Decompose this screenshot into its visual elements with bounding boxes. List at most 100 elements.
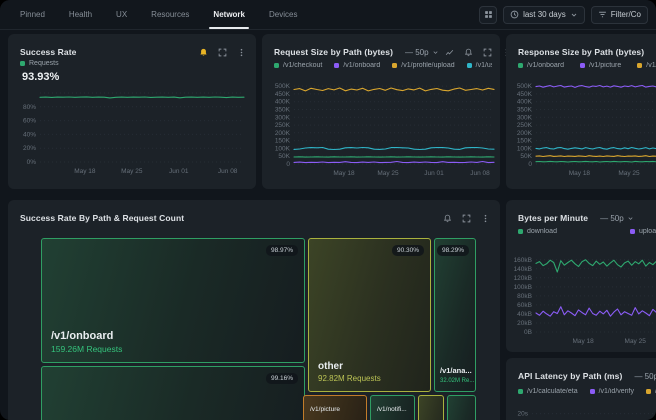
svg-text:0%: 0% — [27, 159, 37, 166]
legend-item[interactable]: /v1/calculate/eta — [518, 388, 578, 395]
filter-compare-button[interactable]: Filter/Co — [591, 6, 648, 24]
tab-resources[interactable]: Resources — [151, 0, 189, 29]
cell-path-label: /v1/picture — [310, 406, 340, 413]
treemap-cell-v1-picture[interactable]: /v1/picture — [303, 395, 367, 420]
cell-path-label: /v1/ana... — [440, 366, 472, 375]
top-navigation-bar: Pinned Health UX Resources Network Devices la… — [0, 0, 656, 30]
percentile-label: — 50p — [634, 372, 656, 381]
legend-dot — [518, 63, 523, 68]
svg-text:140kB: 140kB — [514, 266, 532, 273]
tab-health[interactable]: Health — [69, 0, 92, 29]
svg-text:120kB: 120kB — [514, 275, 532, 282]
panel-title: API Latency by Path (ms) — [518, 371, 622, 381]
legend-item[interactable]: /v1/onboard — [646, 388, 656, 395]
expand-icon[interactable] — [218, 48, 227, 57]
legend-item[interactable]: /v1/user/<id>/profile — [467, 62, 492, 69]
tab-pinned[interactable]: Pinned — [20, 0, 45, 29]
panel-actions — [445, 48, 511, 57]
svg-text:May 25: May 25 — [377, 170, 399, 177]
legend-label: /v1/id/verify — [599, 388, 634, 395]
chevron-down-icon — [570, 11, 578, 19]
svg-text:300K: 300K — [275, 114, 291, 121]
svg-text:50K: 50K — [520, 153, 532, 160]
panel-title: Success Rate By Path & Request Count — [20, 213, 184, 223]
treemap-cell-v1-onboard[interactable]: 98.97%/v1/onboard159.26M Requests — [41, 238, 305, 363]
kebab-menu-icon[interactable] — [237, 48, 246, 57]
legend-dot — [392, 63, 397, 68]
trend-graph-icon[interactable] — [445, 48, 454, 57]
legend-dot — [334, 63, 339, 68]
treemap-cell-unlabeled[interactable] — [447, 395, 476, 420]
chevron-down-icon — [627, 215, 634, 222]
svg-text:150K: 150K — [275, 138, 291, 145]
expand-icon[interactable] — [462, 214, 471, 223]
panel-title: Response Size by Path (bytes) — [518, 47, 644, 57]
legend-item[interactable]: /v1/onboard — [518, 62, 564, 69]
success-rate-badge: 99.16% — [266, 373, 298, 384]
svg-text:May 18: May 18 — [74, 168, 96, 175]
legend-item[interactable]: /v1/picture — [580, 62, 621, 69]
svg-text:400K: 400K — [275, 99, 291, 106]
percentile-label: — 50p — [600, 214, 624, 223]
svg-text:May 25: May 25 — [121, 168, 143, 175]
svg-text:500K: 500K — [275, 83, 291, 90]
legend-label: Requests — [29, 60, 59, 67]
tab-network[interactable]: Network — [213, 0, 245, 29]
legend-dot — [467, 63, 472, 68]
svg-text:May 18: May 18 — [569, 170, 591, 177]
legend-item[interactable]: /v1/onboard — [334, 62, 380, 69]
time-range-selector[interactable]: last 30 days — [503, 6, 585, 24]
success-rate-legend: Requests — [20, 60, 248, 67]
legend-label: /v1/onboard — [343, 62, 380, 69]
svg-text:450K: 450K — [275, 91, 291, 98]
percentile-dropdown[interactable]: — 50p — [600, 214, 634, 223]
alert-bell-icon[interactable] — [443, 214, 452, 223]
legend-item[interactable]: /v1/checkout — [274, 62, 322, 69]
treemap-cell-unlabeled[interactable]: 99.16% — [41, 366, 305, 420]
tab-devices[interactable]: Devices — [269, 0, 297, 29]
legend-dot — [637, 63, 642, 68]
svg-text:May 18: May 18 — [333, 170, 355, 177]
tab-ux[interactable]: UX — [116, 0, 127, 29]
bytes-per-minute-chart[interactable]: 0B20kB40kB60kB80kB100kB120kB140kB160kBMa… — [508, 250, 656, 346]
legend-item[interactable]: Requests — [20, 60, 59, 67]
panel-title: Bytes per Minute — [518, 213, 588, 223]
response-size-chart[interactable]: 050K100K150K200K250K300K350K400K450K500K… — [510, 80, 656, 178]
alert-bell-icon[interactable] — [464, 48, 473, 57]
svg-text:350K: 350K — [275, 107, 291, 114]
path-success-treemap: 98.97%/v1/onboard159.26M Requests 99.16% 9… — [41, 238, 476, 420]
percentile-dropdown[interactable]: — 50p — [634, 372, 656, 381]
svg-text:60%: 60% — [23, 118, 36, 125]
kebab-menu-icon[interactable] — [481, 214, 490, 223]
svg-text:0: 0 — [528, 161, 532, 168]
treemap-cell-v1-ana[interactable]: 98.29%/v1/ana...32.02M Re... — [434, 238, 476, 392]
percentile-dropdown[interactable]: — 50p — [405, 48, 439, 57]
legend-dot — [274, 63, 279, 68]
svg-text:160kB: 160kB — [514, 257, 532, 264]
svg-text:300K: 300K — [517, 114, 533, 121]
alert-bell-active-icon[interactable] — [199, 48, 208, 57]
request-size-chart[interactable]: 050K100K150K200K250K300K350K400K450K500K… — [268, 80, 496, 178]
legend-label: /v1/picture — [589, 62, 621, 69]
legend-item[interactable]: /v1/profile/upload — [392, 62, 454, 69]
expand-icon[interactable] — [483, 48, 492, 57]
legend-item[interactable]: download — [518, 228, 557, 235]
svg-text:May 25: May 25 — [618, 170, 640, 177]
topbar-actions: last 30 days Filter/Co — [479, 6, 648, 24]
path-success-header: Success Rate By Path & Request Count — [8, 200, 500, 226]
dashboard-window: Pinned Health UX Resources Network Devices la… — [0, 0, 656, 420]
svg-text:100kB: 100kB — [514, 284, 532, 291]
treemap-cell-unlabeled[interactable] — [418, 395, 444, 420]
success-rate-chart[interactable]: 0%20%40%60%80%May 18May 25Jun 01Jun 08 — [18, 90, 246, 176]
legend-item[interactable]: /v1/id/verify — [590, 388, 634, 395]
cell-path-label: /v1/notifi... — [377, 406, 407, 413]
treemap-cell-other[interactable]: 90.30%other92.82M Requests — [308, 238, 431, 392]
api-latency-chart[interactable]: 20s — [510, 402, 656, 420]
api-latency-panel: API Latency by Path (ms) — 50p /v1/calcu… — [506, 358, 656, 420]
legend-item[interactable]: upload — [630, 228, 656, 235]
treemap-cell-v1-notifi[interactable]: /v1/notifi... — [370, 395, 415, 420]
layout-grid-button[interactable] — [479, 6, 497, 24]
legend-label: /v1/profile/upload — [646, 62, 656, 69]
response-size-legend: /v1/onboard/v1/picture/v1/profile/upload — [518, 62, 656, 69]
legend-item[interactable]: /v1/profile/upload — [637, 62, 656, 69]
